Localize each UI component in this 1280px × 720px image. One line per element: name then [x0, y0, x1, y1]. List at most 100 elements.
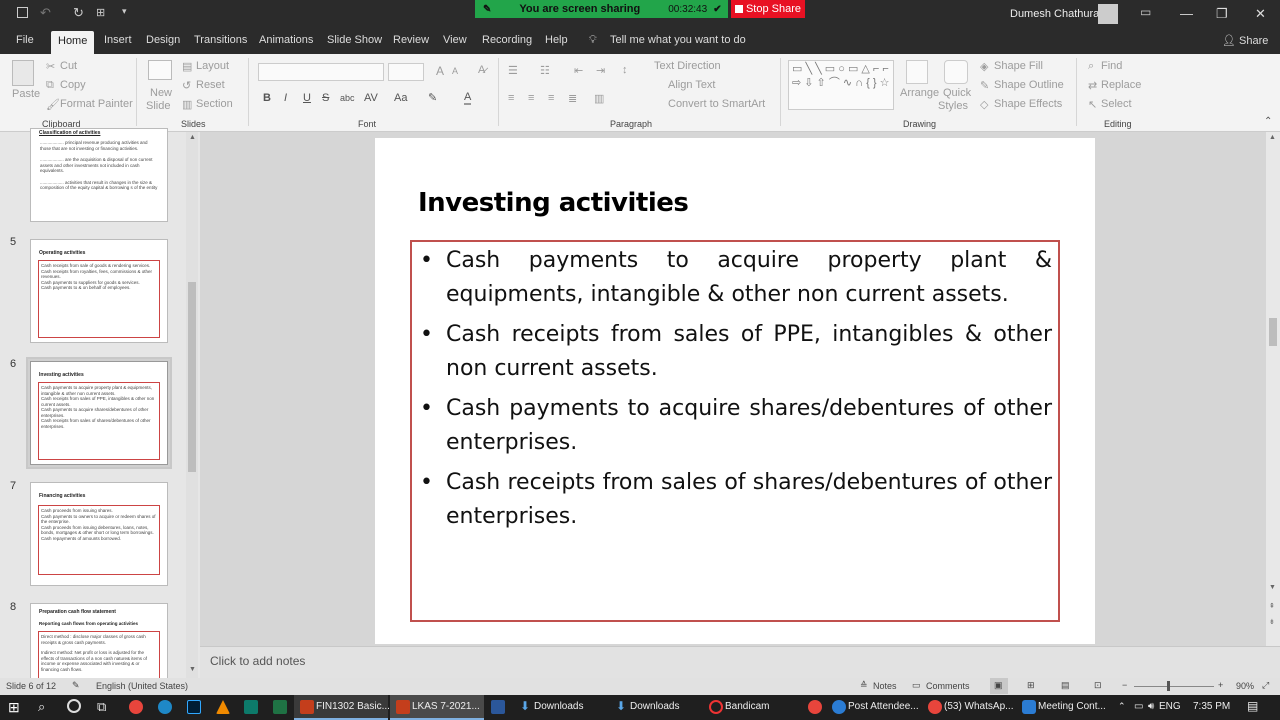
change-case-button[interactable]: Aa	[394, 92, 407, 104]
notifications-icon[interactable]: ▤	[1247, 699, 1258, 713]
notes-button[interactable]: Notes	[873, 681, 897, 691]
volume-icon[interactable]: 🔊︎	[1148, 701, 1154, 712]
zoom-in-icon[interactable]: +	[1218, 680, 1223, 690]
tell-me-search[interactable]: Tell me what you want to do	[610, 34, 746, 46]
search-icon[interactable]: ⌕	[38, 699, 45, 715]
publisher-icon[interactable]	[244, 700, 258, 714]
justify-icon[interactable]: ≣	[568, 92, 577, 105]
comments-button[interactable]: Comments	[926, 681, 970, 691]
decrease-indent-icon[interactable]: ⇤	[574, 64, 583, 77]
chrome-icon[interactable]	[808, 700, 822, 714]
pencil-icon[interactable]: ✎	[483, 4, 491, 15]
cut-button[interactable]: Cut	[60, 60, 77, 72]
clear-format-icon[interactable]: A̷	[478, 64, 485, 76]
system-tray-chevron-icon[interactable]: ⌃	[1118, 701, 1126, 712]
thumbnail-scrollbar[interactable]: ▲ ▼	[186, 132, 198, 678]
paste-icon[interactable]	[12, 60, 34, 86]
highlight-icon[interactable]: ✎	[428, 91, 437, 104]
word-icon[interactable]	[491, 700, 505, 714]
scroll-down-icon[interactable]: ▼	[189, 666, 196, 673]
next-slide-icon[interactable]: ⇟	[1269, 618, 1275, 626]
collapse-ribbon-icon[interactable]: ⌃	[1264, 116, 1272, 127]
zoom-slider[interactable]	[1134, 686, 1214, 687]
slide-scrollbar[interactable]: ▲ ▼ ⇞ ⇟	[1266, 132, 1280, 646]
fit-to-window-icon[interactable]: ⤢	[1262, 680, 1269, 691]
scroll-up-icon[interactable]: ▲	[189, 134, 196, 141]
slide-title[interactable]: Investing activities	[418, 188, 689, 218]
excel-icon[interactable]	[273, 700, 287, 714]
start-slideshow-icon[interactable]: ⊞	[96, 6, 105, 19]
tab-slideshow[interactable]: Slide Show	[327, 34, 382, 46]
undo-icon[interactable]: ↶	[40, 5, 51, 21]
text-direction-button[interactable]: Text Direction	[654, 60, 721, 72]
scrollbar-thumb[interactable]	[188, 282, 196, 472]
copy-button[interactable]: Copy	[60, 79, 86, 91]
zoom-out-icon[interactable]: −	[1122, 680, 1127, 690]
line-spacing-icon[interactable]: ↕	[622, 64, 628, 76]
tab-review[interactable]: Review	[393, 34, 429, 46]
shape-effects-button[interactable]: Shape Effects	[994, 98, 1062, 110]
avatar[interactable]	[1098, 4, 1118, 24]
strikethrough-button[interactable]: S	[322, 92, 329, 104]
slide-counter[interactable]: Slide 6 of 12	[6, 681, 56, 691]
previous-slide-icon[interactable]: ⇞	[1269, 602, 1275, 610]
shrink-font-button[interactable]: A	[452, 66, 458, 76]
tab-design[interactable]: Design	[146, 34, 180, 46]
restore-icon[interactable]: ❐	[1216, 6, 1228, 22]
share-button[interactable]: 👤︎ Share	[1222, 34, 1268, 47]
network-icon[interactable]: ▭	[1134, 701, 1143, 712]
notes-placeholder[interactable]: Click to add notes	[210, 654, 305, 668]
ribbon-display-icon[interactable]: ▭	[1140, 5, 1151, 19]
windows-start-icon[interactable]: ⊞	[8, 699, 20, 716]
new-slide-label-1[interactable]: New	[150, 87, 172, 99]
quick-styles-label-1[interactable]: Quick	[943, 87, 971, 99]
replace-button[interactable]: Replace	[1101, 79, 1141, 91]
tab-insert[interactable]: Insert	[104, 34, 132, 46]
photoshop-icon[interactable]	[187, 700, 201, 714]
select-button[interactable]: Select	[1101, 98, 1132, 110]
arrange-button[interactable]: Arrange	[900, 87, 939, 99]
font-color-button[interactable]: A	[464, 91, 472, 105]
chrome-icon[interactable]	[129, 700, 143, 714]
scrollbar-thumb[interactable]	[1269, 318, 1277, 346]
content-placeholder[interactable]: Cash payments to acquire property plant …	[410, 240, 1060, 622]
clock[interactable]: 7:35 PM	[1193, 701, 1230, 712]
arrange-icon[interactable]	[906, 60, 928, 84]
align-center-icon[interactable]: ≡	[528, 92, 534, 104]
tab-transitions[interactable]: Transitions	[194, 34, 247, 46]
quick-styles-icon[interactable]	[944, 60, 968, 84]
numbering-icon[interactable]: ☷	[540, 64, 550, 77]
notes-pane[interactable]: Click to add notes	[200, 646, 1280, 678]
language-status[interactable]: English (United States)	[96, 681, 188, 691]
grow-font-button[interactable]: A	[436, 64, 444, 78]
paste-button[interactable]: Paste	[12, 88, 40, 100]
redo-icon[interactable]: ↻	[73, 5, 84, 21]
layout-button[interactable]: Layout	[196, 60, 229, 72]
new-slide-label-2[interactable]: Slide	[146, 100, 170, 112]
scroll-up-icon[interactable]: ▲	[1269, 134, 1276, 141]
quick-styles-label-2[interactable]: Styles	[938, 100, 968, 112]
shapes-gallery[interactable]: ▭ ╲ ╲ ▭ ○ ▭ △ ⌐ ⌐ ⇨ ⇩ ⇧ ⌒ ∿ ∩ { } ☆	[788, 60, 894, 110]
tab-animations[interactable]: Animations	[259, 34, 313, 46]
zoom-level[interactable]: 90%	[1236, 681, 1254, 691]
scroll-down-icon[interactable]: ▼	[1269, 584, 1276, 591]
task-view-icon[interactable]: ⧉	[97, 699, 106, 715]
spellcheck-icon[interactable]: ✎	[72, 680, 80, 691]
find-button[interactable]: Find	[1101, 60, 1122, 72]
char-spacing-button[interactable]: AV	[364, 92, 378, 104]
slide-thumbnail-4[interactable]: Classification of activities ...........…	[30, 128, 168, 222]
align-left-icon[interactable]: ≡	[508, 92, 514, 104]
tab-home[interactable]: Home	[51, 31, 95, 54]
slideshow-icon[interactable]: ⊡	[1094, 680, 1102, 691]
bold-button[interactable]: B	[263, 92, 271, 104]
align-right-icon[interactable]: ≡	[548, 92, 554, 104]
tab-help[interactable]: Help	[545, 34, 568, 46]
reading-view-icon[interactable]: ▤	[1061, 680, 1070, 691]
slide-thumbnail-6[interactable]: Investing activities Cash payments to ac…	[30, 361, 168, 465]
shadow-button[interactable]: abc	[340, 93, 355, 103]
reset-button[interactable]: Reset	[196, 79, 225, 91]
edge-icon[interactable]	[158, 700, 172, 714]
stop-share-button[interactable]: Stop Share	[731, 0, 805, 18]
tab-recording[interactable]: Recording	[482, 34, 532, 46]
underline-button[interactable]: U	[303, 92, 311, 104]
